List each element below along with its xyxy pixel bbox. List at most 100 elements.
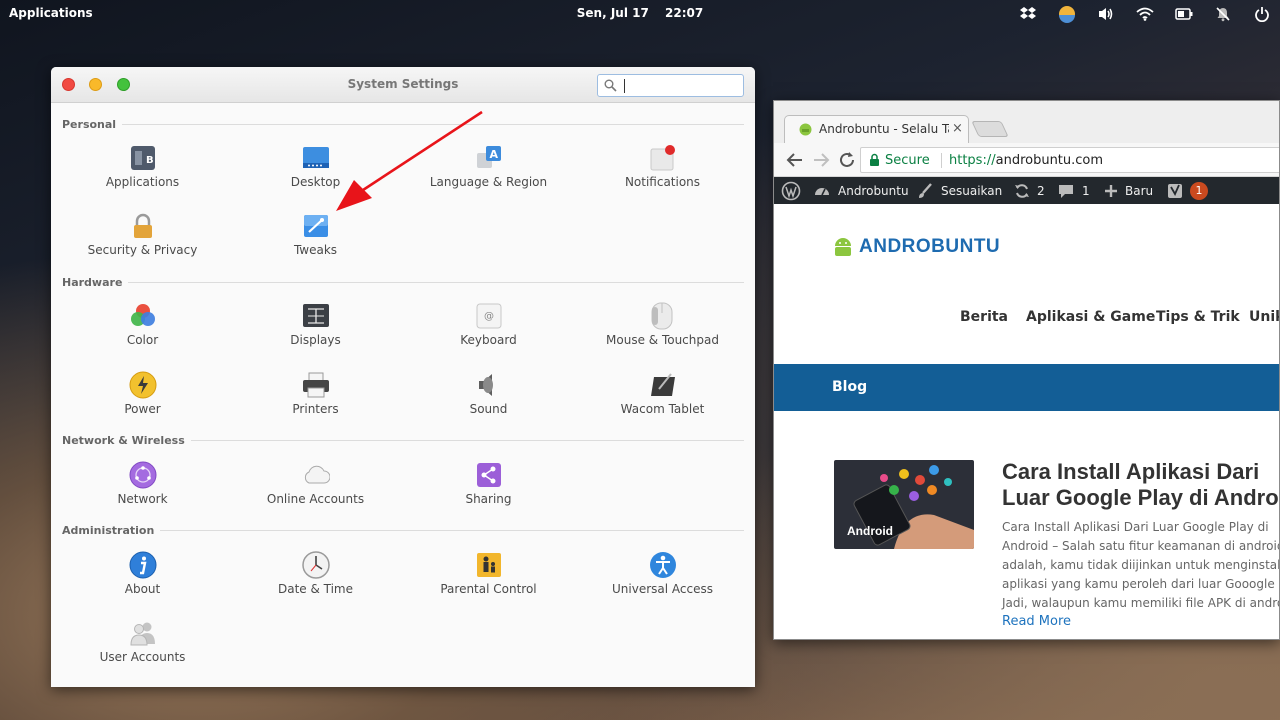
section-personal: Personal <box>62 117 744 131</box>
site-logo[interactable]: ANDROBUNTU <box>832 234 1000 260</box>
language-region-item[interactable]: A Language & Region <box>402 140 575 200</box>
printers-item[interactable]: Printers <box>229 367 402 427</box>
browser-toolbar: Secure https://androbuntu.com <box>774 143 1279 177</box>
tablet-icon <box>650 373 675 396</box>
search-box[interactable] <box>597 74 744 97</box>
nav-tips-trik[interactable]: Tips & Trik <box>1156 309 1240 325</box>
user-accounts-item[interactable]: User Accounts <box>56 615 229 675</box>
plus-icon <box>1105 184 1117 197</box>
post-title[interactable]: Cara Install Aplikasi Dari Luar Google P… <box>1002 459 1279 511</box>
lock-icon <box>133 213 152 238</box>
browser-window: Androbuntu - Selalu Tahu × Secure https:… <box>773 100 1280 640</box>
panel-time: 22:07 <box>665 6 704 20</box>
desktop-icon <box>302 147 329 168</box>
wp-site-link[interactable]: Androbuntu <box>814 177 909 204</box>
nav-aplikasi-game[interactable]: Aplikasi & Game <box>1026 309 1155 325</box>
parental-control-icon <box>476 553 501 577</box>
url-text: https://androbuntu.com <box>949 153 1103 168</box>
post-category[interactable]: Android <box>847 524 893 538</box>
section-hardware-label: Hardware <box>62 275 123 289</box>
weather-icon[interactable] <box>1057 4 1077 24</box>
printer-icon <box>302 372 329 398</box>
indicator-area <box>999 3 1272 25</box>
svg-text:B: B <box>146 155 154 166</box>
parental-control-item[interactable]: Parental Control <box>402 547 575 607</box>
notifications-off-icon[interactable] <box>1213 4 1233 24</box>
wp-new-label: Baru <box>1125 183 1154 198</box>
wp-comments-link[interactable]: 1 <box>1058 177 1090 204</box>
tab-close-icon[interactable]: × <box>952 121 963 136</box>
network-item[interactable]: Network <box>56 457 229 517</box>
post-thumbnail[interactable]: Android <box>834 460 974 549</box>
tweaks-item[interactable]: Tweaks <box>229 208 402 268</box>
wp-updates-link[interactable]: 2 <box>1014 177 1045 204</box>
notifications-icon <box>650 145 675 171</box>
dropbox-icon[interactable] <box>1018 4 1038 24</box>
wp-yoast-link[interactable]: 1 <box>1167 177 1208 204</box>
date-time-item[interactable]: Date & Time <box>229 547 402 607</box>
forward-icon[interactable] <box>812 151 830 169</box>
read-more-link[interactable]: Read More <box>1002 614 1071 629</box>
nav-unik[interactable]: Unik <box>1249 309 1279 325</box>
reload-icon[interactable] <box>838 151 856 169</box>
universal-access-item[interactable]: Universal Access <box>576 547 749 607</box>
color-icon <box>130 304 155 326</box>
user-accounts-label: User Accounts <box>99 650 186 664</box>
keyboard-item[interactable]: @ Keyboard <box>402 298 575 358</box>
displays-item[interactable]: Displays <box>229 298 402 358</box>
post-excerpt: Cara Install Aplikasi Dari Luar Google P… <box>1002 518 1280 613</box>
info-icon <box>129 551 156 579</box>
power-label: Power <box>124 402 161 416</box>
new-tab-button[interactable] <box>971 121 1009 137</box>
sharing-label: Sharing <box>465 492 512 506</box>
browser-tab[interactable]: Androbuntu - Selalu Tahu × <box>784 115 969 143</box>
section-hardware: Hardware <box>62 275 744 289</box>
display-icon <box>302 304 329 327</box>
users-icon <box>129 622 155 646</box>
url-scheme: https:// <box>949 153 996 168</box>
volume-icon[interactable] <box>1096 4 1116 24</box>
system-settings-window: System Settings Personal B Applications … <box>51 67 755 687</box>
mouse-touchpad-item[interactable]: Mouse & Touchpad <box>576 298 749 358</box>
about-label: About <box>124 582 161 596</box>
language-region-icon: A <box>476 146 501 168</box>
logo-text: ANDROBUNTU <box>859 236 1001 257</box>
color-item[interactable]: Color <box>56 298 229 358</box>
online-accounts-item[interactable]: Online Accounts <box>229 457 402 517</box>
wordpress-icon[interactable] <box>781 177 801 204</box>
address-bar[interactable]: Secure https://androbuntu.com <box>860 147 1279 173</box>
nav-berita[interactable]: Berita <box>960 309 1008 325</box>
wp-new-link[interactable]: Baru <box>1104 177 1153 204</box>
security-privacy-label: Security & Privacy <box>87 243 198 257</box>
wifi-icon[interactable] <box>1135 4 1155 24</box>
power-item[interactable]: Power <box>56 367 229 427</box>
desktop-item[interactable]: Desktop <box>229 140 402 200</box>
search-icon <box>604 79 617 92</box>
search-input[interactable] <box>622 78 740 94</box>
wacom-tablet-item[interactable]: Wacom Tablet <box>576 367 749 427</box>
sound-item[interactable]: Sound <box>402 367 575 427</box>
notifications-item[interactable]: Notifications <box>576 140 749 200</box>
about-item[interactable]: About <box>56 547 229 607</box>
omnibox-separator <box>941 153 942 168</box>
battery-icon[interactable] <box>1174 4 1194 24</box>
blog-label[interactable]: Blog <box>832 379 867 395</box>
wp-customize-link[interactable]: Sesuaikan <box>917 177 1002 204</box>
settings-titlebar[interactable]: System Settings <box>51 67 755 103</box>
power-icon[interactable] <box>1252 4 1272 24</box>
mouse-icon <box>651 302 672 330</box>
post-title-line-1: Cara Install Aplikasi Dari <box>1002 459 1260 484</box>
desktop-label: Desktop <box>290 175 341 189</box>
keyboard-label: Keyboard <box>460 333 517 347</box>
yoast-badge: 1 <box>1190 181 1208 200</box>
back-icon[interactable] <box>786 151 804 169</box>
excerpt-line: Android – Salah satu fitur keamanan di a… <box>1002 539 1280 553</box>
security-privacy-item[interactable]: Security & Privacy <box>56 208 229 268</box>
applications-item[interactable]: B Applications <box>56 140 229 200</box>
sound-label: Sound <box>469 402 508 416</box>
wp-updates-count: 2 <box>1037 183 1045 198</box>
date-time-label: Date & Time <box>277 582 354 596</box>
notifications-label: Notifications <box>624 175 701 189</box>
sharing-item[interactable]: Sharing <box>402 457 575 517</box>
tweaks-label: Tweaks <box>293 243 338 257</box>
